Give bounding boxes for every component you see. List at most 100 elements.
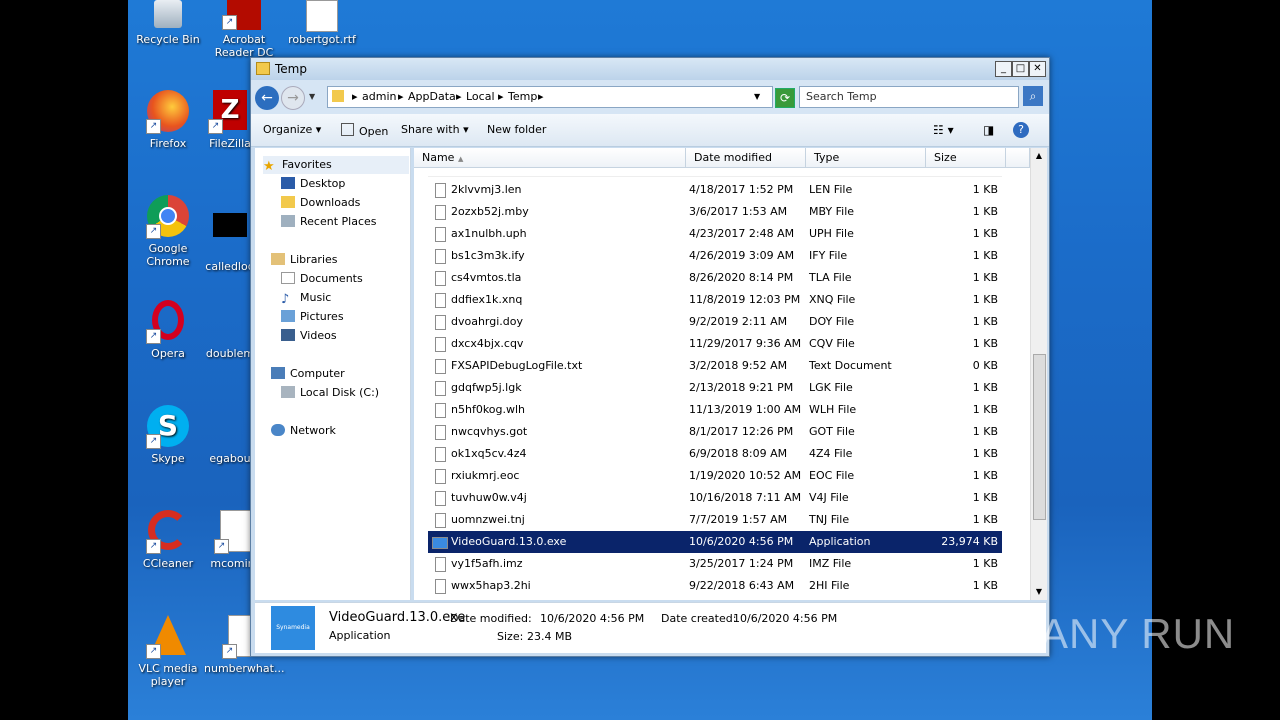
file-icon — [435, 315, 446, 330]
file-size: 1 KB — [972, 491, 998, 504]
file-row[interactable]: cs4vmtos.tla 8/26/2020 8:14 PM TLA File 1 K… — [428, 267, 1002, 289]
nav-network[interactable]: Network — [271, 422, 336, 440]
nav-recent-places[interactable]: Recent Places — [281, 213, 377, 231]
search-placeholder: Search Temp — [806, 90, 877, 103]
file-row[interactable]: 2ozxb52j.mby 3/6/2017 1:53 AM MBY File 1 KB — [428, 201, 1002, 223]
title-bar[interactable]: Temp _ □ ✕ — [251, 58, 1049, 80]
file-type: LEN File — [809, 183, 853, 196]
back-button[interactable]: ← — [255, 86, 279, 110]
file-icon — [435, 271, 446, 286]
refresh-button[interactable]: ⟳ — [775, 88, 795, 108]
file-row[interactable]: dxcx4bjx.cqv 11/29/2017 9:36 AM CQV File 1 … — [428, 333, 1002, 355]
file-size: 1 KB — [972, 425, 998, 438]
file-date: 2/13/2018 9:21 PM — [689, 381, 794, 394]
file-row[interactable]: nwcqvhys.got 8/1/2017 12:26 PM GOT File 1 K… — [428, 421, 1002, 443]
breadcrumb-temp[interactable]: Temp — [508, 90, 537, 103]
desktop-icon-acrobat[interactable]: ↗ Acrobat Reader DC — [204, 0, 284, 59]
file-size: 1 KB — [972, 183, 998, 196]
nav-favorites[interactable]: ★ Favorites — [263, 156, 409, 174]
column-header-size[interactable]: Size — [926, 148, 1006, 168]
file-row[interactable]: uomnzwei.tnj 7/7/2019 1:57 AM TNJ File 1 KB — [428, 509, 1002, 531]
file-name: uomnzwei.tnj — [451, 513, 525, 526]
recycle-bin-icon — [146, 0, 190, 30]
file-row[interactable]: bs1c3m3k.ify 4/26/2019 3:09 AM IFY File 1 K… — [428, 245, 1002, 267]
file-date: 9/22/2018 6:43 AM — [689, 579, 795, 592]
view-options-icon[interactable]: ☷ ▾ — [933, 123, 954, 137]
file-row[interactable]: tuvhuw0w.v4j 10/16/2018 7:11 AM V4J File 1 … — [428, 487, 1002, 509]
scroll-up-icon[interactable]: ▲ — [1031, 148, 1047, 164]
file-icon — [435, 469, 446, 484]
file-icon — [208, 405, 252, 449]
file-icon — [435, 381, 446, 396]
forward-button[interactable]: → — [281, 86, 305, 110]
file-type: GOT File — [809, 425, 855, 438]
file-row[interactable]: dvoahrgi.doy 9/2/2019 2:11 AM DOY File 1 KB — [428, 311, 1002, 333]
file-icon — [435, 359, 446, 374]
column-header-type[interactable]: Type — [806, 148, 926, 168]
desktop-icon-robertgot[interactable]: robertgot.rtf — [282, 0, 362, 46]
file-size: 1 KB — [972, 469, 998, 482]
breadcrumb-appdata[interactable]: AppData — [408, 90, 456, 103]
breadcrumb-local[interactable]: Local — [466, 90, 495, 103]
nav-videos[interactable]: Videos — [281, 327, 337, 345]
file-row[interactable]: gdqfwp5j.lgk 2/13/2018 9:21 PM LGK File 1 K… — [428, 377, 1002, 399]
nav-computer[interactable]: Computer — [271, 365, 345, 383]
history-dropdown-icon[interactable]: ▼ — [309, 92, 315, 101]
maximize-button[interactable]: □ — [1012, 61, 1029, 77]
nav-documents[interactable]: Documents — [281, 270, 363, 288]
file-thumbnail: Synamedia — [271, 606, 315, 650]
column-header-date[interactable]: Date modified — [686, 148, 806, 168]
file-row[interactable]: wwx5hap3.2hi 9/22/2018 6:43 AM 2HI File 1 K… — [428, 575, 1002, 597]
file-icon — [435, 249, 446, 264]
close-button[interactable]: ✕ — [1029, 61, 1046, 77]
breadcrumb-admin[interactable]: admin — [362, 90, 396, 103]
nav-desktop[interactable]: Desktop — [281, 175, 345, 193]
file-date: 4/23/2017 2:48 AM — [689, 227, 795, 240]
file-date: 3/2/2018 9:52 AM — [689, 359, 788, 372]
vertical-scrollbar[interactable]: ▲ ▼ — [1030, 148, 1047, 600]
file-date: 4/18/2017 1:52 PM — [689, 183, 794, 196]
breadcrumb[interactable]: ▸ admin ▸ AppData ▸ Local ▸ Temp ▸ ▼ — [327, 86, 773, 108]
file-row[interactable]: ok1xq5cv.4z4 6/9/2018 8:09 AM 4Z4 File 1 KB — [428, 443, 1002, 465]
file-type: TLA File — [809, 271, 852, 284]
application-icon — [432, 537, 448, 549]
nav-pictures[interactable]: Pictures — [281, 308, 344, 326]
share-with-button[interactable]: Share with ▾ — [401, 123, 469, 136]
file-row[interactable]: vy1f5afh.imz 3/25/2017 1:24 PM IMZ File 1 K… — [428, 553, 1002, 575]
help-icon[interactable]: ? — [1013, 122, 1029, 138]
nav-downloads[interactable]: Downloads — [281, 194, 360, 212]
nav-libraries[interactable]: Libraries — [271, 251, 338, 269]
file-row[interactable]: n5hf0kog.wlh 11/13/2019 1:00 AM WLH File 1 … — [428, 399, 1002, 421]
scroll-thumb[interactable] — [1033, 354, 1046, 520]
nav-music[interactable]: ♪ Music — [281, 289, 331, 307]
file-row[interactable]: VideoGuard.13.0.exe 10/6/2020 4:56 PM Appl… — [428, 531, 1002, 553]
search-icon[interactable]: ⌕ — [1023, 86, 1043, 106]
column-header-name[interactable]: Name ▲ — [414, 148, 686, 168]
organize-button[interactable]: Organize ▾ — [263, 123, 321, 136]
acrobat-icon: ↗ — [222, 0, 266, 30]
address-dropdown-icon[interactable]: ▼ — [754, 92, 760, 101]
minimize-button[interactable]: _ — [995, 61, 1012, 77]
preview-pane-icon[interactable]: ◨ — [983, 123, 994, 137]
navigation-pane: ★ Favorites Desktop Downloads Recent Plac… — [255, 148, 411, 600]
file-row[interactable]: FXSAPIDebugLogFile.txt 3/2/2018 9:52 AM Te… — [428, 355, 1002, 377]
file-date: 11/8/2019 12:03 PM — [689, 293, 801, 306]
desktop-icon-recycle-bin[interactable]: Recycle Bin — [128, 0, 208, 46]
file-type: Application — [809, 535, 871, 548]
file-icon — [435, 205, 446, 220]
desktop-icon-vlc[interactable]: ↗ VLC media player — [128, 615, 208, 688]
file-row[interactable]: ax1nulbh.uph 4/23/2017 2:48 AM UPH File 1 K… — [428, 223, 1002, 245]
file-size: 1 KB — [972, 249, 998, 262]
file-size: 1 KB — [972, 579, 998, 592]
nav-local-disk[interactable]: Local Disk (C:) — [281, 384, 379, 402]
desktop-icon — [281, 177, 295, 189]
file-row[interactable]: 2klvvmj3.len 4/18/2017 1:52 PM LEN File 1 K… — [428, 179, 1002, 201]
scroll-down-icon[interactable]: ▼ — [1031, 584, 1047, 600]
file-row[interactable]: ddfiex1k.xnq 11/8/2019 12:03 PM XNQ File 1 … — [428, 289, 1002, 311]
file-type: MBY File — [809, 205, 855, 218]
new-folder-button[interactable]: New folder — [487, 123, 546, 136]
file-row[interactable]: rxiukmrj.eoc 1/19/2020 10:52 AM EOC File 1 … — [428, 465, 1002, 487]
search-input[interactable]: Search Temp — [799, 86, 1019, 108]
open-button[interactable]: Open — [341, 123, 388, 138]
desktop-icon-label: robertgot.rtf — [288, 33, 356, 46]
